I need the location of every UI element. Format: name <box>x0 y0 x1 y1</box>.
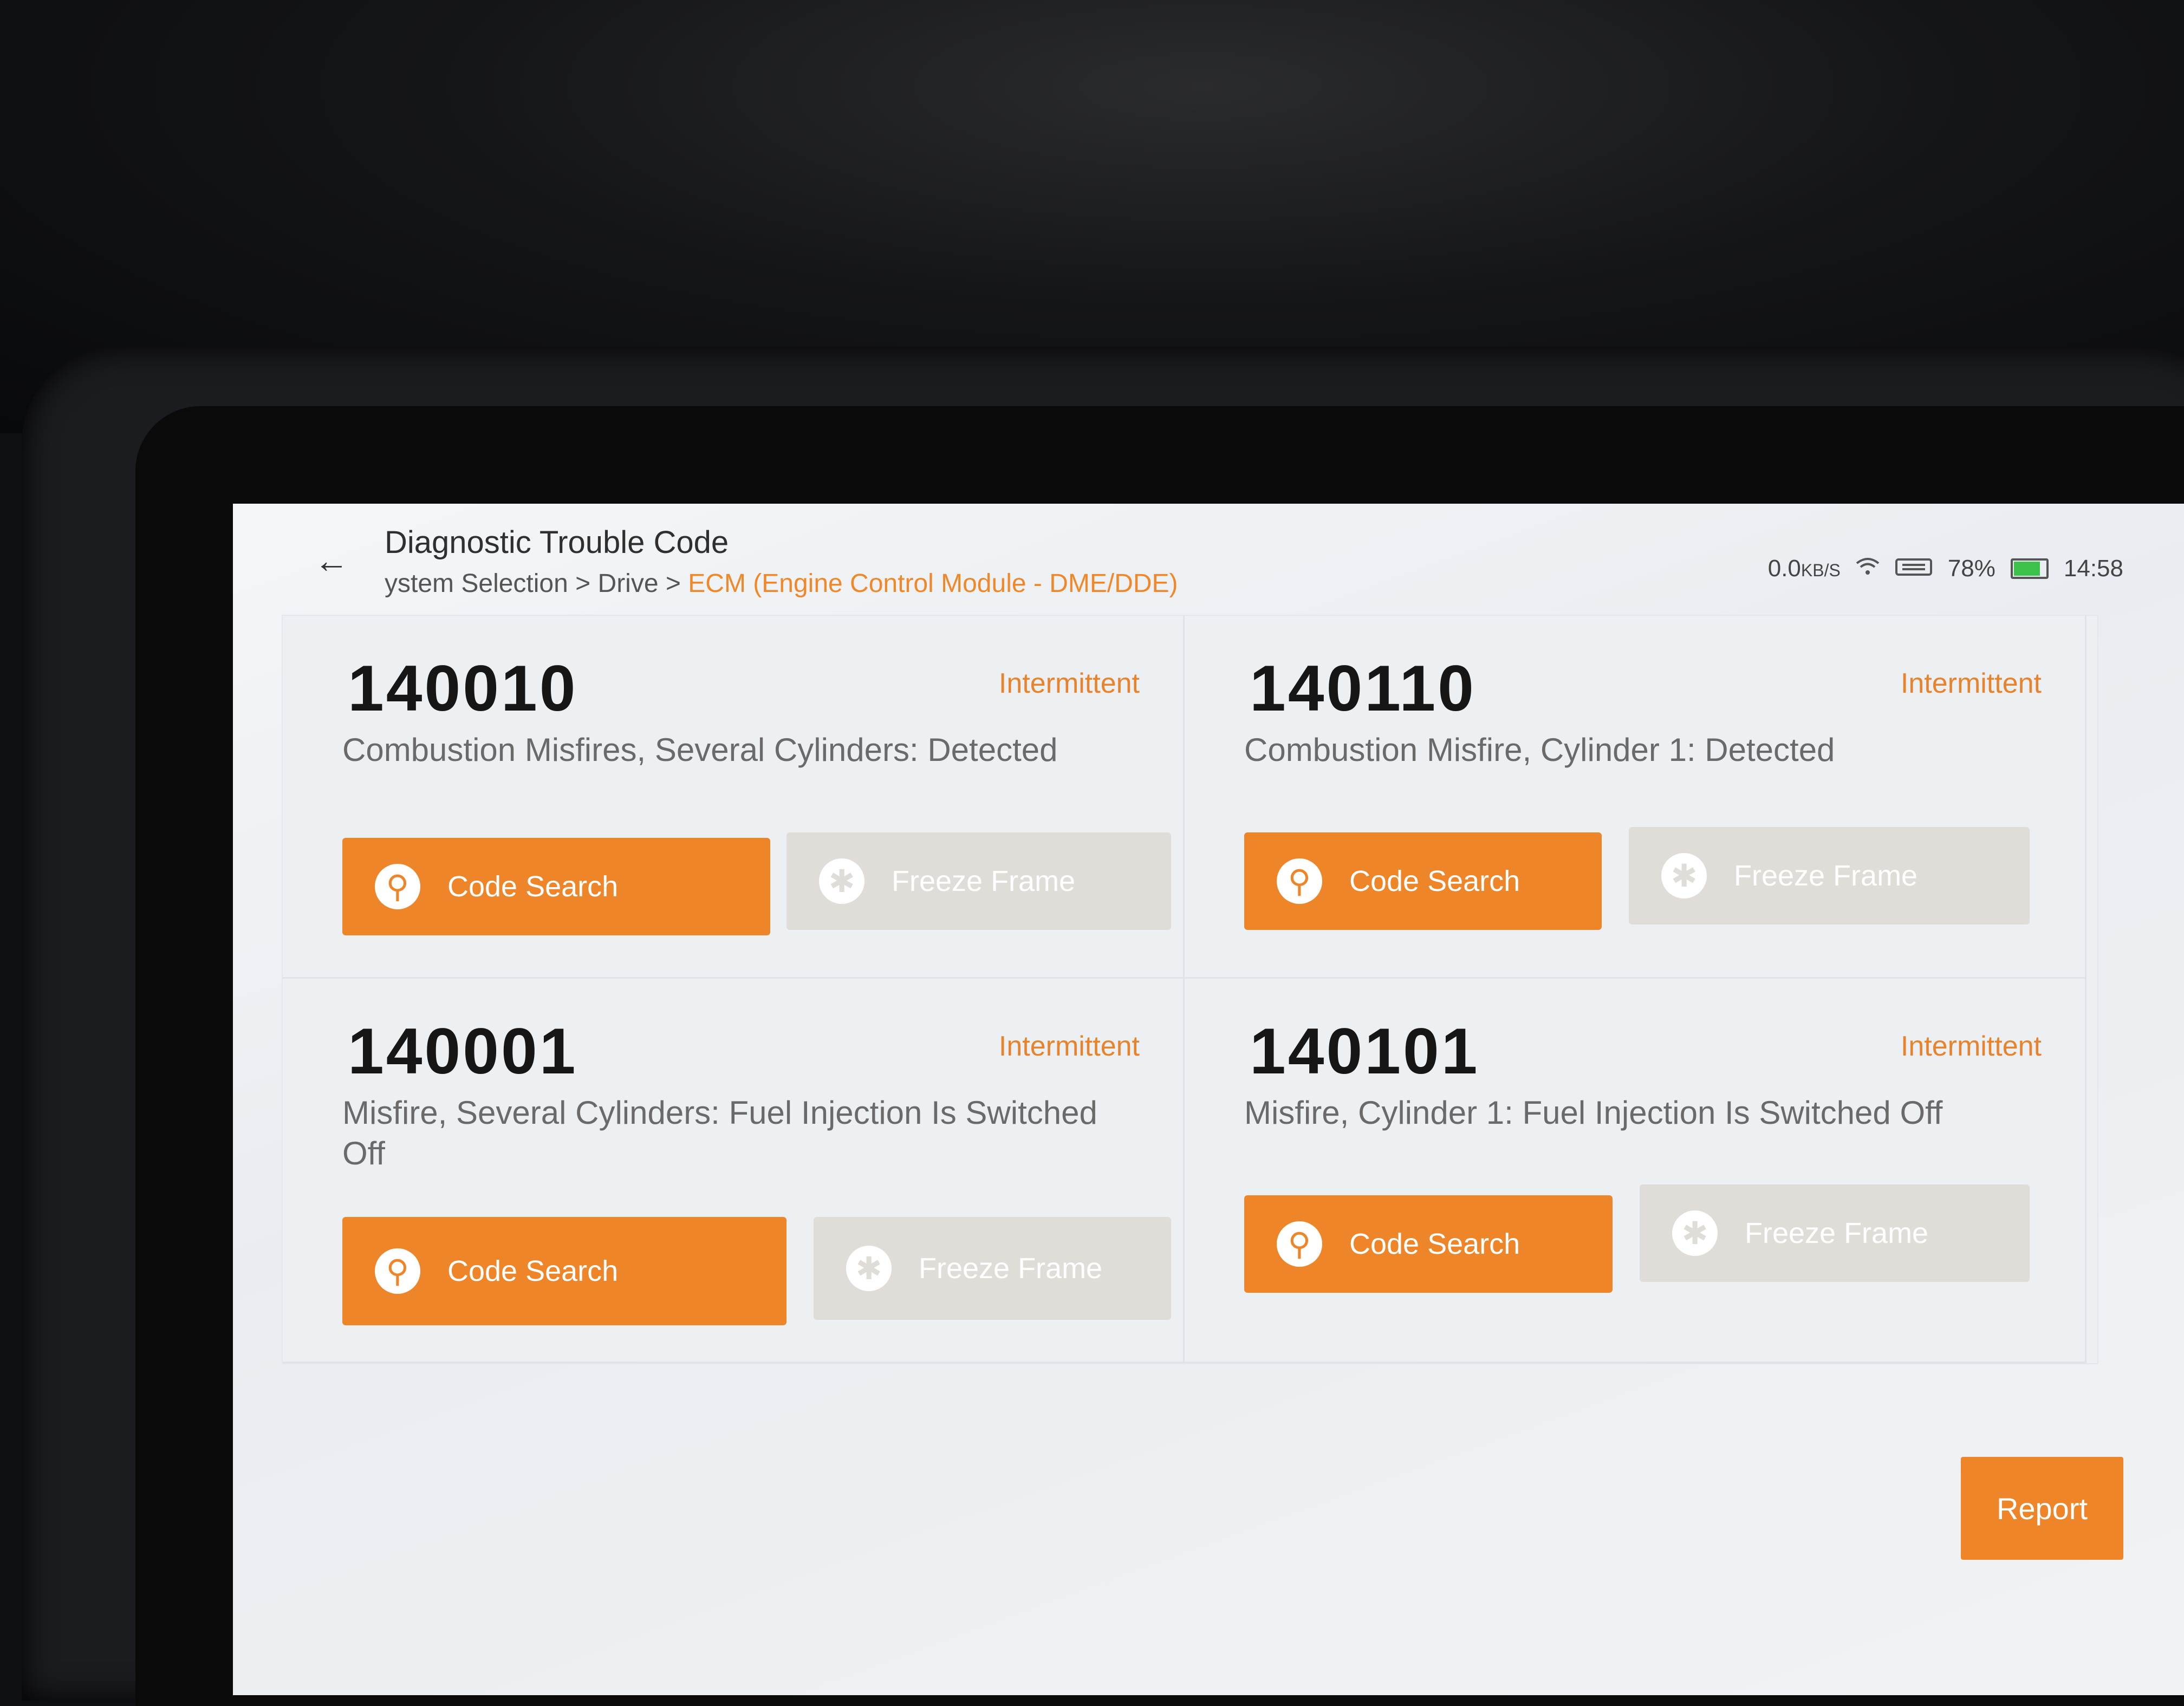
asterisk-icon: ✱ <box>819 858 864 904</box>
dtc-code: 140101 <box>1250 1015 1480 1088</box>
asterisk-icon: ✱ <box>1661 853 1707 898</box>
breadcrumb-separator: > <box>665 569 681 598</box>
dtc-card: 140010 Intermittent Combustion Misfires,… <box>283 616 1185 979</box>
code-search-label: Code Search <box>447 870 619 903</box>
breadcrumb: ystem Selection > Drive > ECM (Engine Co… <box>385 569 1178 598</box>
dtc-status-badge: Intermittent <box>998 668 1140 699</box>
freeze-frame-button[interactable]: ✱ Freeze Frame <box>1629 827 2030 924</box>
freeze-frame-label: Freeze Frame <box>1734 859 1918 892</box>
vci-icon <box>1895 555 1933 582</box>
report-button[interactable]: Report <box>1961 1457 2123 1560</box>
battery-icon <box>2010 558 2049 579</box>
status-bar: 0.0KB/S 78% 14:58 <box>1768 555 2123 582</box>
code-search-label: Code Search <box>447 1255 619 1287</box>
dtc-status-badge: Intermittent <box>998 1031 1140 1062</box>
dtc-description: Misfire, Several Cylinders: Fuel Injecti… <box>342 1095 1097 1171</box>
dtc-list: 140010 Intermittent Combustion Misfires,… <box>282 615 2098 1364</box>
code-search-button[interactable]: ⚲ Code Search <box>342 1217 786 1325</box>
code-search-label: Code Search <box>1349 1228 1520 1260</box>
freeze-frame-button[interactable]: ✱ Freeze Frame <box>786 832 1171 930</box>
dtc-code: 140001 <box>348 1015 578 1088</box>
arrow-left-icon[interactable]: ← <box>314 542 352 579</box>
dtc-description: Combustion Misfire, Cylinder 1: Detected <box>1244 732 1835 768</box>
freeze-frame-button[interactable]: ✱ Freeze Frame <box>814 1217 1171 1320</box>
code-search-button[interactable]: ⚲ Code Search <box>1244 1195 1613 1293</box>
dtc-code: 140010 <box>348 652 578 725</box>
wifi-icon <box>1856 555 1880 582</box>
asterisk-icon: ✱ <box>846 1246 892 1291</box>
dtc-card: 140001 Intermittent Misfire, Several Cyl… <box>283 979 1185 1363</box>
data-rate-unit: KB/S <box>1800 561 1841 580</box>
dtc-description: Combustion Misfires, Several Cylinders: … <box>342 732 1058 768</box>
freeze-frame-button[interactable]: ✱ Freeze Frame <box>1640 1184 2030 1282</box>
data-rate-value: 0.0 <box>1767 555 1801 582</box>
dtc-status-badge: Intermittent <box>1900 1031 2042 1062</box>
clock: 14:58 <box>2063 555 2123 582</box>
search-icon: ⚲ <box>1277 858 1322 904</box>
freeze-frame-label: Freeze Frame <box>1745 1217 1929 1249</box>
data-rate: 0.0KB/S <box>1768 555 1841 582</box>
code-search-label: Code Search <box>1349 865 1520 897</box>
freeze-frame-label: Freeze Frame <box>892 865 1076 897</box>
dtc-status-badge: Intermittent <box>1900 668 2042 699</box>
search-icon: ⚲ <box>1277 1221 1322 1267</box>
battery-percent: 78% <box>1947 555 1995 582</box>
search-icon: ⚲ <box>375 864 420 909</box>
screen: ← Diagnostic Trouble Code ystem Selectio… <box>233 504 2184 1695</box>
top-bar: ← Diagnostic Trouble Code ystem Selectio… <box>233 504 2184 617</box>
dtc-code: 140110 <box>1250 652 1476 725</box>
code-search-button[interactable]: ⚲ Code Search <box>1244 832 1602 930</box>
breadcrumb-item-system-selection[interactable]: ystem Selection <box>385 569 568 598</box>
breadcrumb-separator: > <box>575 569 591 598</box>
breadcrumb-item-ecm: ECM (Engine Control Module - DME/DDE) <box>688 569 1178 598</box>
dtc-card: 140110 Intermittent Combustion Misfire, … <box>1185 616 2086 979</box>
page-title: Diagnostic Trouble Code <box>385 525 729 560</box>
breadcrumb-item-drive[interactable]: Drive <box>598 569 659 598</box>
dtc-card: 140101 Intermittent Misfire, Cylinder 1:… <box>1185 979 2086 1363</box>
asterisk-icon: ✱ <box>1672 1210 1718 1256</box>
dtc-description: Misfire, Cylinder 1: Fuel Injection Is S… <box>1244 1095 1943 1131</box>
code-search-button[interactable]: ⚲ Code Search <box>342 838 770 935</box>
freeze-frame-label: Freeze Frame <box>919 1252 1103 1285</box>
battery-fill <box>2013 562 2040 576</box>
search-icon: ⚲ <box>375 1248 420 1294</box>
